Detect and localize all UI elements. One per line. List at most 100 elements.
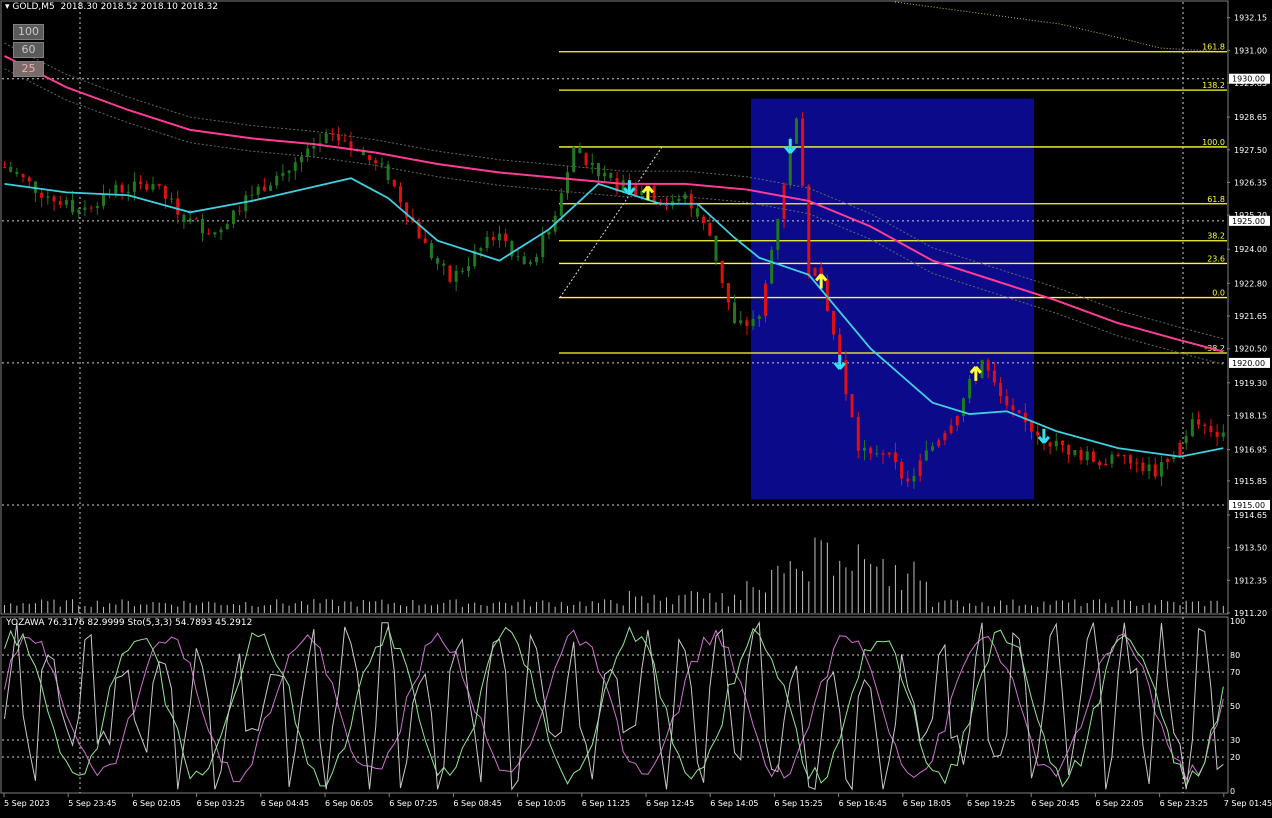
candle-body	[58, 201, 62, 205]
indicator-label: YOZAWA 76.3176 82.9999 Sto(5,3,3) 54.789…	[6, 618, 253, 628]
candle-body	[225, 224, 229, 230]
price-tick-label: 1928.65	[1234, 113, 1267, 122]
candle-body	[844, 359, 848, 395]
candle-body	[931, 446, 935, 451]
candle-body	[535, 257, 539, 263]
ohlc-readout: 2018.30 2018.52 2018.10 2018.32	[60, 2, 218, 12]
candle-body	[689, 194, 693, 209]
candle-body	[559, 193, 563, 216]
candle-body	[547, 231, 551, 235]
price-chart[interactable]: 161.8138.2100.061.838.223.60.0-38.21932.…	[0, 0, 1272, 814]
candle-body	[157, 184, 161, 186]
candle-body	[1104, 463, 1108, 466]
chart-root[interactable]: 161.8 138.2 100.0 61.8 38.2 23.6 0.0 -38.2 1932.…	[0, 0, 1272, 814]
candle-body	[528, 262, 532, 264]
candle-body	[603, 172, 607, 177]
candle-body	[269, 185, 273, 191]
candle-body	[312, 145, 316, 149]
candle-body	[1036, 431, 1040, 436]
ma-slow-band-lower	[4, 68, 1224, 365]
candle-body	[770, 249, 774, 284]
candle-body	[52, 196, 56, 202]
candle-body	[1098, 461, 1102, 466]
zoom-100-button[interactable]: 100	[13, 24, 44, 40]
candle-body	[1060, 440, 1064, 446]
candle-body	[281, 172, 285, 176]
price-tick-label: 1932.15	[1234, 14, 1267, 23]
time-tick-label: 6 Sep 14:05	[710, 799, 758, 808]
candle-body	[1147, 464, 1151, 472]
price-marker-label: 1920.00	[1232, 359, 1265, 368]
candle-body	[21, 174, 25, 178]
candle-body	[733, 302, 737, 324]
candle-body	[695, 208, 699, 217]
candle-body	[231, 210, 235, 225]
candle-body	[869, 447, 873, 454]
sell-arrow-icon	[623, 180, 636, 196]
candle-body	[1178, 442, 1182, 457]
time-tick-label: 6 Sep 16:45	[839, 799, 887, 808]
time-tick-label: 6 Sep 03:25	[197, 799, 245, 808]
candle-body	[918, 460, 922, 476]
zoom-60-button[interactable]: 60	[13, 42, 44, 58]
price-marker-label: 1930.00	[1232, 75, 1265, 84]
time-tick-label: 6 Sep 23:25	[1160, 799, 1208, 808]
indicator-level-label: 0	[1230, 787, 1235, 796]
fib-level-label: 161.8	[1202, 43, 1225, 52]
ma-fast-line	[4, 177, 1224, 458]
candle-body	[1153, 464, 1157, 477]
candle-body	[262, 186, 266, 191]
candle-body	[244, 195, 248, 212]
indicator-level-label: 20	[1230, 753, 1240, 762]
time-tick-label: 6 Sep 22:05	[1095, 799, 1143, 808]
time-tick-label: 6 Sep 10:05	[518, 799, 566, 808]
price-tick-label: 1919.30	[1234, 379, 1267, 388]
candle-body	[343, 140, 347, 142]
candle-body	[132, 181, 136, 192]
candle-body	[145, 184, 149, 190]
candle-body	[250, 194, 254, 196]
candle-body	[1017, 410, 1021, 413]
candle-body	[850, 394, 854, 417]
price-tick-label: 1927.50	[1234, 146, 1267, 155]
candle-body	[794, 118, 798, 144]
price-tick-label: 1913.50	[1234, 544, 1267, 553]
candle-body	[89, 207, 93, 209]
time-tick-label: 6 Sep 12:45	[646, 799, 694, 808]
candle-body	[207, 233, 211, 235]
candle-body	[726, 283, 730, 303]
fib-level-label: 23.6	[1207, 254, 1225, 263]
candle-body	[497, 233, 501, 241]
candle-body	[1184, 436, 1188, 443]
candle-body	[504, 233, 508, 242]
main-chart-frame	[0, 0, 1229, 615]
candle-body	[1135, 462, 1139, 464]
candle-body	[887, 452, 891, 455]
candle-body	[566, 172, 570, 194]
candle-body	[751, 318, 755, 326]
price-tick-label: 1926.35	[1234, 178, 1267, 187]
indicator-level-label: 100	[1230, 617, 1245, 626]
candle-body	[1166, 459, 1170, 462]
candle-body	[1091, 451, 1095, 462]
time-tick-label: 6 Sep 02:05	[132, 799, 180, 808]
candle-body	[293, 162, 297, 171]
candle-body	[943, 433, 947, 441]
candle-body	[1005, 396, 1009, 406]
candle-body	[27, 177, 31, 182]
candle-body	[763, 283, 767, 317]
candle-body	[299, 156, 303, 163]
candle-body	[64, 199, 68, 205]
candle-body	[429, 243, 433, 259]
candle-body	[151, 184, 155, 190]
candle-body	[1209, 425, 1213, 432]
candle-body	[120, 184, 124, 193]
candle-body	[194, 218, 198, 220]
zoom-25-button[interactable]: 25	[13, 61, 44, 77]
candle-body	[1011, 405, 1015, 411]
candle-body	[572, 147, 576, 173]
candle-body	[1215, 431, 1219, 437]
candle-body	[596, 162, 600, 177]
price-tick-label: 1931.00	[1234, 46, 1267, 55]
candle-body	[1141, 462, 1145, 472]
